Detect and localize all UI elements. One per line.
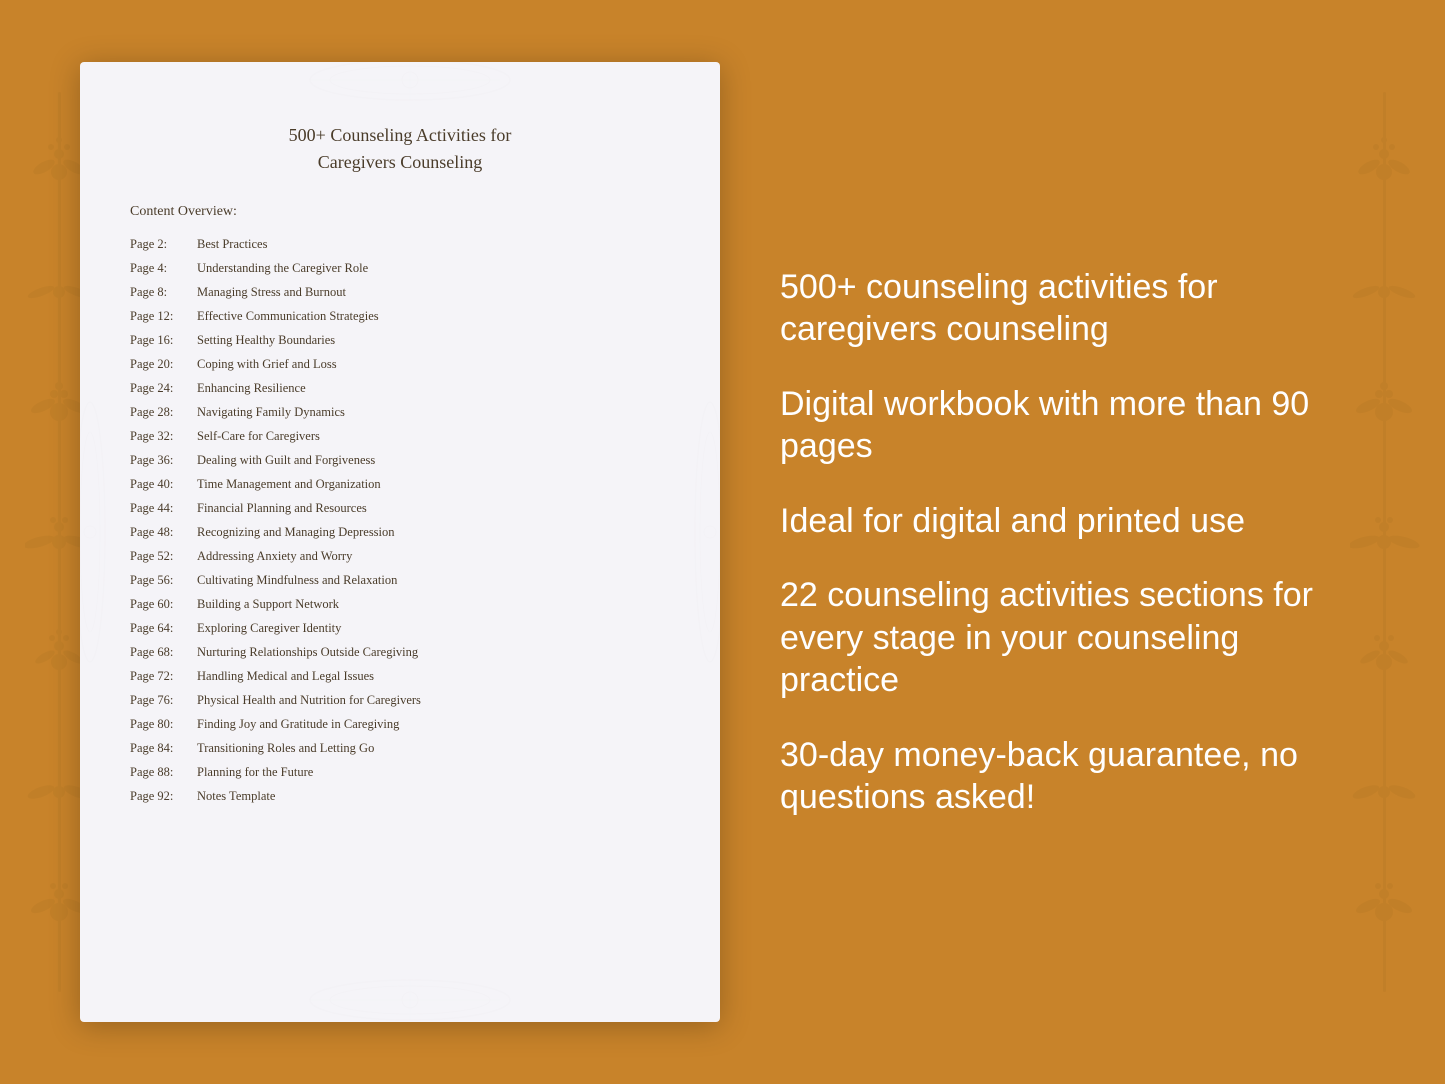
toc-page-number: Page 24: bbox=[130, 378, 195, 398]
feature-text-5: 30-day money-back guarantee, no question… bbox=[780, 734, 1365, 819]
toc-page-number: Page 36: bbox=[130, 450, 195, 470]
toc-title: Planning for the Future bbox=[197, 762, 313, 782]
toc-title: Notes Template bbox=[197, 786, 275, 806]
feature-text-2: Digital workbook with more than 90 pages bbox=[780, 383, 1365, 468]
toc-page-number: Page 16: bbox=[130, 330, 195, 350]
toc-item: Page 68:Nurturing Relationships Outside … bbox=[130, 642, 670, 662]
toc-title: Understanding the Caregiver Role bbox=[197, 258, 368, 278]
doc-watermark-top bbox=[300, 62, 500, 112]
toc-item: Page 44:Financial Planning and Resources bbox=[130, 498, 670, 518]
content-overview-label: Content Overview: bbox=[130, 204, 670, 220]
toc-item: Page 48:Recognizing and Managing Depress… bbox=[130, 522, 670, 542]
toc-page-number: Page 44: bbox=[130, 498, 195, 518]
toc-page-number: Page 72: bbox=[130, 666, 195, 686]
toc-title: Dealing with Guilt and Forgiveness bbox=[197, 450, 375, 470]
toc-page-number: Page 12: bbox=[130, 306, 195, 326]
toc-item: Page 64:Exploring Caregiver Identity bbox=[130, 618, 670, 638]
toc-item: Page 20:Coping with Grief and Loss bbox=[130, 354, 670, 374]
toc-page-number: Page 48: bbox=[130, 522, 195, 542]
toc-item: Page 24:Enhancing Resilience bbox=[130, 378, 670, 398]
toc-title: Coping with Grief and Loss bbox=[197, 354, 337, 374]
toc-page-number: Page 8: bbox=[130, 282, 195, 302]
toc-page-number: Page 4: bbox=[130, 258, 195, 278]
toc-page-number: Page 64: bbox=[130, 618, 195, 638]
toc-page-number: Page 2: bbox=[130, 234, 195, 254]
feature-text-1: 500+ counseling activities for caregiver… bbox=[780, 266, 1365, 351]
toc-page-number: Page 84: bbox=[130, 738, 195, 758]
toc-item: Page 72:Handling Medical and Legal Issue… bbox=[130, 666, 670, 686]
toc-item: Page 16:Setting Healthy Boundaries bbox=[130, 330, 670, 350]
toc-title: Building a Support Network bbox=[197, 594, 339, 614]
toc-page-number: Page 68: bbox=[130, 642, 195, 662]
toc-item: Page 8:Managing Stress and Burnout bbox=[130, 282, 670, 302]
toc-item: Page 76:Physical Health and Nutrition fo… bbox=[130, 690, 670, 710]
toc-page-number: Page 88: bbox=[130, 762, 195, 782]
doc-watermark-bottom bbox=[300, 972, 500, 1022]
toc-title: Enhancing Resilience bbox=[197, 378, 306, 398]
toc-item: Page 80:Finding Joy and Gratitude in Car… bbox=[130, 714, 670, 734]
toc-page-number: Page 28: bbox=[130, 402, 195, 422]
toc-title: Best Practices bbox=[197, 234, 267, 254]
table-of-contents: Page 2:Best PracticesPage 4:Understandin… bbox=[130, 234, 670, 806]
toc-title: Setting Healthy Boundaries bbox=[197, 330, 335, 350]
toc-title: Finding Joy and Gratitude in Caregiving bbox=[197, 714, 399, 734]
toc-title: Financial Planning and Resources bbox=[197, 498, 367, 518]
toc-page-number: Page 80: bbox=[130, 714, 195, 734]
toc-item: Page 88:Planning for the Future bbox=[130, 762, 670, 782]
toc-title: Self-Care for Caregivers bbox=[197, 426, 320, 446]
toc-title: Time Management and Organization bbox=[197, 474, 381, 494]
toc-page-number: Page 32: bbox=[130, 426, 195, 446]
toc-page-number: Page 52: bbox=[130, 546, 195, 566]
feature-text-3: Ideal for digital and printed use bbox=[780, 500, 1365, 543]
toc-page-number: Page 56: bbox=[130, 570, 195, 590]
toc-item: Page 52:Addressing Anxiety and Worry bbox=[130, 546, 670, 566]
doc-title: 500+ Counseling Activities for Caregiver… bbox=[130, 122, 670, 176]
doc-watermark-left bbox=[80, 382, 120, 702]
toc-page-number: Page 40: bbox=[130, 474, 195, 494]
document-card: 500+ Counseling Activities for Caregiver… bbox=[80, 62, 720, 1022]
right-content: 500+ counseling activities for caregiver… bbox=[760, 266, 1365, 819]
toc-item: Page 12:Effective Communication Strategi… bbox=[130, 306, 670, 326]
toc-title: Addressing Anxiety and Worry bbox=[197, 546, 352, 566]
toc-item: Page 92:Notes Template bbox=[130, 786, 670, 806]
toc-page-number: Page 92: bbox=[130, 786, 195, 806]
toc-page-number: Page 20: bbox=[130, 354, 195, 374]
toc-title: Nurturing Relationships Outside Caregivi… bbox=[197, 642, 418, 662]
toc-title: Physical Health and Nutrition for Caregi… bbox=[197, 690, 421, 710]
toc-title: Managing Stress and Burnout bbox=[197, 282, 346, 302]
toc-item: Page 28:Navigating Family Dynamics bbox=[130, 402, 670, 422]
toc-title: Effective Communication Strategies bbox=[197, 306, 379, 326]
toc-item: Page 36:Dealing with Guilt and Forgivene… bbox=[130, 450, 670, 470]
toc-title: Handling Medical and Legal Issues bbox=[197, 666, 374, 686]
toc-title: Transitioning Roles and Letting Go bbox=[197, 738, 374, 758]
main-layout: 500+ Counseling Activities for Caregiver… bbox=[0, 0, 1445, 1084]
toc-title: Exploring Caregiver Identity bbox=[197, 618, 341, 638]
toc-item: Page 4:Understanding the Caregiver Role bbox=[130, 258, 670, 278]
toc-item: Page 2:Best Practices bbox=[130, 234, 670, 254]
toc-title: Cultivating Mindfulness and Relaxation bbox=[197, 570, 397, 590]
doc-watermark-right bbox=[680, 382, 720, 702]
toc-page-number: Page 60: bbox=[130, 594, 195, 614]
toc-item: Page 40:Time Management and Organization bbox=[130, 474, 670, 494]
toc-title: Recognizing and Managing Depression bbox=[197, 522, 395, 542]
toc-item: Page 56:Cultivating Mindfulness and Rela… bbox=[130, 570, 670, 590]
toc-item: Page 60:Building a Support Network bbox=[130, 594, 670, 614]
feature-text-4: 22 counseling activities sections for ev… bbox=[780, 574, 1365, 702]
toc-item: Page 84:Transitioning Roles and Letting … bbox=[130, 738, 670, 758]
toc-title: Navigating Family Dynamics bbox=[197, 402, 345, 422]
toc-page-number: Page 76: bbox=[130, 690, 195, 710]
toc-item: Page 32:Self-Care for Caregivers bbox=[130, 426, 670, 446]
